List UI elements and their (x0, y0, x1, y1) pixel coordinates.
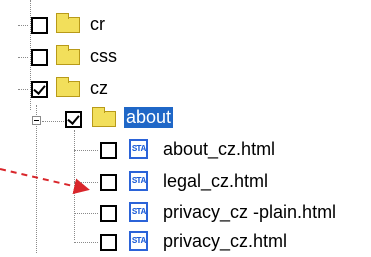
annotation-arrow-icon (0, 168, 90, 195)
